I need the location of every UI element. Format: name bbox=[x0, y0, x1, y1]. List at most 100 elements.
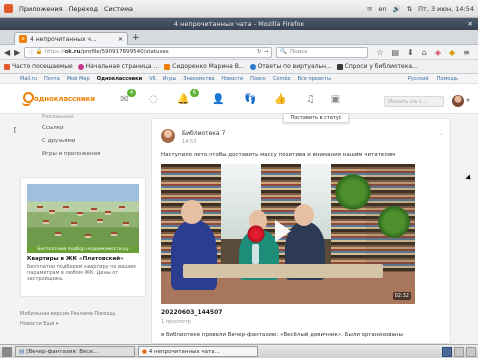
ad-title[interactable]: Квартиры в ЖК «Платовский» bbox=[27, 256, 139, 262]
ok-favicon-icon: о bbox=[19, 35, 27, 43]
left-menu-item[interactable]: Реклаьные bbox=[20, 114, 146, 122]
system-top-bar: Приложения Переход Система ✉ en 🔊 ⇅ Пт, … bbox=[0, 0, 478, 18]
navigation-toolbar: ◀ ▶ ⓘ 🔒 https://ok.ru/profile/5909178995… bbox=[0, 45, 478, 60]
portal-link-active[interactable]: Одноклассники bbox=[97, 76, 142, 82]
flower-bouquet bbox=[245, 224, 267, 244]
ok-logo-icon bbox=[22, 92, 34, 106]
reload-icon[interactable]: ↻ bbox=[257, 49, 262, 55]
keyboard-layout[interactable]: en bbox=[379, 5, 387, 13]
portal-link[interactable]: Мой Мир bbox=[67, 76, 90, 82]
bookmark-item[interactable]: Часто посещаемые bbox=[4, 63, 73, 70]
menu-system[interactable]: Система bbox=[104, 5, 133, 13]
left-menu-item[interactable]: С друзьями bbox=[20, 135, 146, 148]
apps-menu-icon[interactable] bbox=[4, 4, 13, 13]
bookmark-icon bbox=[249, 63, 256, 70]
user-avatar[interactable] bbox=[452, 95, 464, 107]
taskbar-item-label: [Вечер-фантазия: Весе... bbox=[26, 348, 99, 355]
taskbar-item-active[interactable]: ● 4 непрочитанных чата... bbox=[138, 346, 258, 357]
extension-icon[interactable]: ◆ bbox=[449, 48, 455, 57]
close-tab-icon[interactable]: ✕ bbox=[118, 36, 123, 43]
play-icon[interactable] bbox=[275, 220, 291, 242]
portal-link[interactable]: VK bbox=[149, 76, 156, 82]
footer-more[interactable]: Новости Ещё ▾ bbox=[20, 321, 146, 327]
downloads-icon[interactable]: ⬇ bbox=[407, 48, 414, 57]
portal-link[interactable]: Combo bbox=[273, 76, 291, 82]
post-options-icon[interactable]: ⌄ bbox=[439, 130, 444, 137]
portal-link[interactable]: Все проекты bbox=[298, 76, 331, 82]
portal-link[interactable]: Поиск bbox=[250, 76, 266, 82]
forward-icon[interactable]: ▶ bbox=[14, 48, 20, 57]
close-window-icon[interactable]: ✕ bbox=[468, 18, 473, 30]
volume-icon[interactable]: 🔊 bbox=[393, 5, 401, 13]
ok-logo[interactable]: одноклассники bbox=[22, 92, 95, 106]
bookmark-label: Ответы по виртуальн... bbox=[257, 63, 332, 70]
notifications-icon[interactable]: 🔔 bbox=[177, 94, 190, 105]
messages-badge: 4 bbox=[127, 89, 136, 97]
guests-icon[interactable]: 👣 bbox=[244, 94, 257, 105]
taskbar-item-label: 4 непрочитанных чата... bbox=[148, 348, 220, 355]
firefox-icon: ● bbox=[142, 348, 147, 355]
likes-icon[interactable]: 👍 bbox=[274, 94, 287, 105]
video-player[interactable]: 02:32 bbox=[161, 164, 415, 304]
workspace-3[interactable] bbox=[466, 346, 476, 357]
left-menu-item[interactable]: Ссылки bbox=[20, 122, 146, 135]
ad-block[interactable]: Бесплатный подбор недвижимости.ру Кварти… bbox=[20, 177, 146, 297]
mail-icon[interactable]: ✉ bbox=[367, 5, 372, 13]
feed-post: Библиотека 7 14:53 ⌄ Наступило лето,чтоб… bbox=[151, 118, 451, 344]
info-icon[interactable]: ⓘ bbox=[28, 48, 34, 56]
music-icon[interactable]: ♫ bbox=[304, 94, 317, 105]
lock-icon[interactable]: 🔒 bbox=[36, 49, 43, 55]
portal-link[interactable]: Почта bbox=[44, 76, 60, 82]
video-icon[interactable]: ▣ bbox=[329, 94, 342, 105]
language-selector[interactable]: Русский bbox=[408, 76, 429, 82]
search-placeholder: Поиск bbox=[290, 49, 308, 55]
friends-icon[interactable]: 👤 bbox=[212, 94, 225, 105]
post-author[interactable]: Библиотека 7 bbox=[182, 130, 225, 137]
ad-image[interactable] bbox=[27, 184, 139, 246]
discussions-icon[interactable]: ◌ bbox=[147, 94, 160, 105]
go-arrow-icon[interactable]: → bbox=[264, 49, 269, 55]
menu-applications[interactable]: Приложения bbox=[19, 5, 63, 13]
back-icon[interactable]: ◀ bbox=[4, 48, 10, 57]
network-icon[interactable]: ⇅ bbox=[407, 5, 412, 13]
chevron-down-icon[interactable]: ▼ bbox=[466, 98, 470, 104]
clock[interactable]: Пт, 3 июн, 14:54 bbox=[418, 5, 474, 13]
show-desktop-icon[interactable] bbox=[2, 346, 12, 357]
portal-link[interactable]: Mail.ru bbox=[20, 76, 37, 82]
taskbar-item[interactable]: ▤ [Вечер-фантазия: Весе... bbox=[15, 346, 135, 357]
ok-search-input[interactable]: Искать на с... bbox=[384, 96, 444, 107]
video-title[interactable]: 20220603_144507 bbox=[161, 309, 222, 316]
reading-list-icon[interactable]: ▤ bbox=[391, 48, 399, 57]
bookmark-star-icon[interactable]: ☆ bbox=[376, 48, 383, 57]
browser-tab[interactable]: о 4 непрочитанных ч... ✕ bbox=[14, 32, 128, 45]
left-menu-item[interactable]: Игры и приложения bbox=[20, 148, 146, 161]
bookmark-icon bbox=[336, 63, 343, 70]
bookmark-item[interactable]: Сидоренко Марина В... bbox=[164, 63, 245, 70]
pocket-icon[interactable]: ◈ bbox=[435, 48, 441, 57]
workspace-2[interactable] bbox=[454, 346, 464, 357]
footer-links[interactable]: Мобильная версия Реклама Помощь bbox=[20, 311, 146, 317]
search-box[interactable]: 🔍 Поиск bbox=[276, 46, 369, 58]
portal-link[interactable]: Знакомства bbox=[183, 76, 214, 82]
bookmark-item[interactable]: Ответы по виртуальн... bbox=[249, 63, 332, 70]
ad-description: Бесплатно подберем квартиру по вашим пар… bbox=[27, 264, 136, 282]
post-time: 14:53 bbox=[182, 139, 197, 145]
post-description: в библиотеке провели Вечер-фантазию: «Ве… bbox=[161, 332, 403, 338]
ok-header: одноклассники ✉ 4 ◌ 🔔 6 👤 👣 👍 ♫ ▣ Искать… bbox=[0, 84, 478, 114]
portal-link[interactable]: Игры bbox=[163, 76, 177, 82]
new-tab-button[interactable]: + bbox=[132, 33, 140, 43]
post-author-avatar[interactable] bbox=[161, 129, 175, 143]
portal-link[interactable]: Новости bbox=[221, 76, 243, 82]
workspace-1[interactable] bbox=[442, 346, 452, 357]
menu-places[interactable]: Переход bbox=[69, 5, 98, 13]
bookmark-item[interactable]: Спроси у библиотека... bbox=[336, 63, 418, 70]
url-bar[interactable]: ⓘ 🔒 https://ok.ru/profile/590917899540/s… bbox=[24, 46, 273, 58]
home-icon[interactable]: ⌂ bbox=[422, 48, 427, 57]
menu-icon[interactable]: ≡ bbox=[463, 48, 470, 57]
bookmark-item[interactable]: Начальная страница ... bbox=[77, 63, 160, 70]
tab-label: 4 непрочитанных ч... bbox=[30, 35, 97, 43]
bookmark-icon bbox=[77, 63, 84, 70]
document-icon: ▤ bbox=[19, 348, 25, 355]
bookmark-label: Начальная страница ... bbox=[85, 63, 160, 70]
help-link[interactable]: Помощь bbox=[437, 76, 458, 82]
